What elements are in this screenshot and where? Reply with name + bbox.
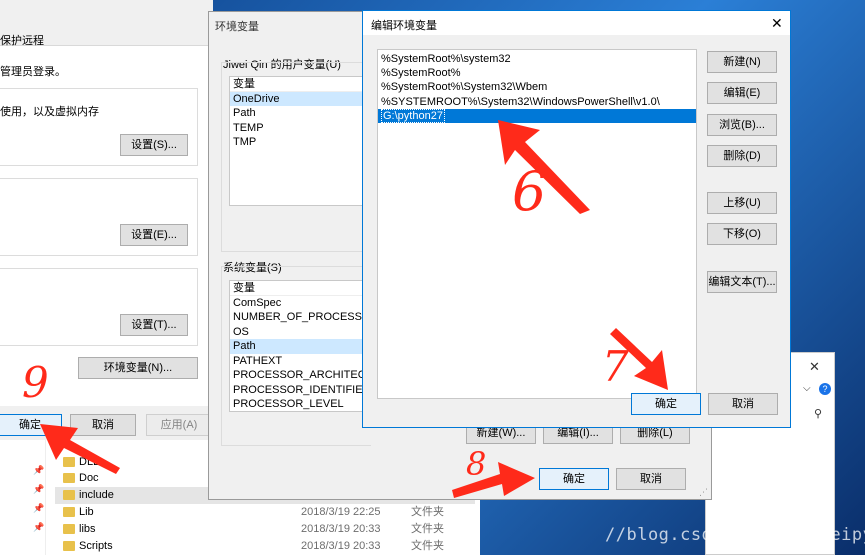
- annotation-arrow: [452, 462, 535, 498]
- annotation-number: 9: [22, 358, 49, 407]
- watermark: //blog.csdn.net/qin_weipy: [605, 525, 865, 545]
- annotation-number: 7: [602, 342, 629, 391]
- annotation-layer: [40, 120, 668, 498]
- annotation-number: 6: [512, 160, 547, 223]
- annotation-arrow: [40, 424, 120, 474]
- annotation-number: 8: [466, 445, 487, 483]
